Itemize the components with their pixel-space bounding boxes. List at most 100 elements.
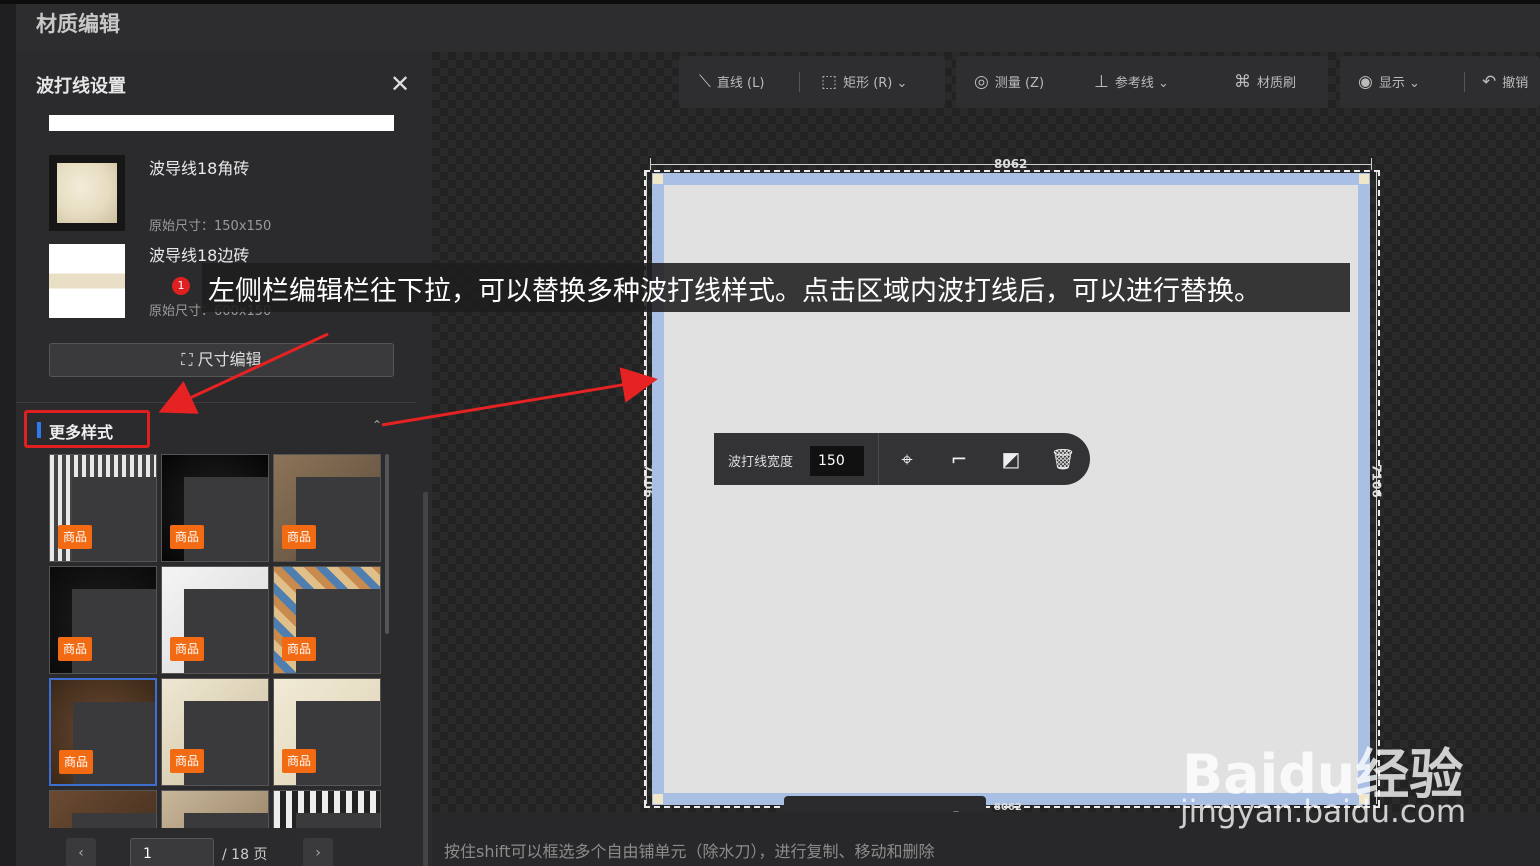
product-badge: 商品 [170,637,204,661]
status-hint: 按住shift可以框选多个自由铺单元（除水刀），进行复制、移动和删除 [444,842,935,861]
measure-icon: ◎ [974,72,989,92]
swap-pattern-icon[interactable]: ◩ [997,445,1025,473]
title-bar: 材质编辑 [0,0,1540,56]
style-tile[interactable]: 商品 [49,678,157,786]
style-tile[interactable]: 商品 [273,566,381,674]
selection-outline [1378,170,1380,806]
tile-name: 波导线18角砖 [149,159,250,178]
style-tile[interactable] [49,790,157,828]
annotation-text: 左侧栏编辑栏往下拉，可以替换多种波打线样式。点击区域内波打线后，可以进行替换。 [208,276,1261,307]
style-tile[interactable]: 商品 [273,678,381,786]
product-badge: 商品 [282,525,316,549]
app-title: 材质编辑 [36,12,120,36]
grid-scrollbar[interactable] [385,454,389,634]
separator [799,72,800,92]
dimension-right: 7106 [1369,464,1384,498]
style-tile-center [184,813,268,828]
tile-item-corner[interactable]: 波导线18角砖 原始尺寸：150x150 [49,155,394,234]
rect-tool[interactable]: ⬚ 矩形 (R) ⌄ [821,56,907,108]
dimension-tick [1371,158,1372,170]
style-tile-center [296,813,380,828]
brush-icon: ⌘ [1234,72,1251,92]
sidebar-panel: 波打线设置 ✕ 波导线18角砖 原始尺寸：150x150 波导线18边砖 原始尺… [16,52,432,866]
prev-page-button[interactable]: ‹ [66,838,96,866]
style-grid: 商品 商品 商品 商品 商品 商品 商品 商品 商品 [49,454,384,828]
selection-outline [644,170,1380,172]
step-number-badge: 1 [172,277,190,295]
style-tile[interactable]: 商品 [161,678,269,786]
collapse-caret-icon[interactable]: ⌃ [372,418,382,432]
style-tile[interactable]: 商品 [161,454,269,562]
guide-tool[interactable]: ⊥ 参考线 ⌄ [1094,56,1169,108]
section-marker [37,422,41,438]
style-tile-center [72,477,156,561]
border-width-label: 波打线宽度 [728,455,794,470]
brush-tool[interactable]: ⌘ 材质刷 [1234,56,1296,108]
guide-line-icon: ⊥ [1094,72,1109,92]
brush-label: 材质刷 [1257,76,1297,91]
chevron-down-icon: ⌄ [896,76,908,91]
style-tile[interactable] [161,790,269,828]
product-badge: 商品 [282,749,316,773]
left-strip [0,4,16,56]
eye-icon: ◉ [1358,72,1373,92]
page-total: / 18 页 [222,847,268,863]
add-corner-icon[interactable]: ⌐ [945,445,973,473]
line-tool[interactable]: ⟍ 直线 (L) [699,56,764,108]
measure-label: 测量 (Z) [994,76,1045,91]
border-width-input[interactable]: 150 [810,446,864,476]
panel-scrollbar[interactable] [423,492,428,866]
baidu-watermark: Baidu经验 jingyan.baidu.com [1180,730,1480,840]
separator [1464,72,1465,92]
display-tool[interactable]: ◉ 显示 ⌄ [1358,56,1420,108]
close-icon[interactable]: ✕ [388,72,412,96]
style-tile-center [184,701,268,785]
style-tile-center [296,589,380,673]
watermark-url: jingyan.baidu.com [1180,794,1467,830]
pagination: ‹ 1 / 18 页 › [62,838,402,866]
size-edit-button[interactable]: ⛶ 尺寸编辑 [49,343,394,377]
toolbar-group-measure: ◎ 测量 (Z) ⊥ 参考线 ⌄ ⌘ 材质刷 [956,56,1328,108]
style-tile[interactable]: 商品 [49,454,157,562]
style-tile[interactable]: 商品 [161,566,269,674]
style-tile[interactable]: 商品 [273,454,381,562]
toolbar-group-draw: ⟍ 直线 (L) ⬚ 矩形 (R) ⌄ [679,56,945,108]
style-tile-center [184,477,268,561]
border-preview-bar [49,115,394,131]
rect-label: 矩形 (R) [843,76,893,91]
style-tile[interactable] [273,790,381,828]
divider [16,402,416,403]
product-badge: 商品 [170,749,204,773]
measure-tool[interactable]: ◎ 测量 (Z) [974,56,1044,108]
resize-icon: ⛶ [181,350,198,369]
locate-icon[interactable]: ⌖ [893,445,921,473]
page-input[interactable]: 1 [130,838,214,866]
product-badge: 商品 [282,637,316,661]
border-width-toolbar: 波打线宽度 150 ⌖ ⌐ ◩ 🗑 [714,433,1090,485]
corner-tile[interactable] [1359,174,1369,184]
style-tile-center [296,477,380,561]
rect-icon: ⬚ [821,72,838,92]
undo-tool[interactable]: ↶ 撤销 [1482,56,1528,108]
sidebar-strip [0,52,16,866]
delete-icon[interactable]: 🗑 [1049,445,1077,473]
guide-label: 参考线 [1114,76,1154,91]
tutorial-annotation: 左侧栏编辑栏往下拉，可以替换多种波打线样式。点击区域内波打线后，可以进行替换。 [202,263,1350,312]
line-label: 直线 (L) [716,76,765,91]
tile-size: 原始尺寸：150x150 [149,219,272,234]
chevron-down-icon: ⌄ [1409,76,1420,91]
panel-title: 波打线设置 [36,76,126,97]
edge-tile-thumbnail [49,242,125,318]
product-badge: 商品 [58,637,92,661]
style-tile-center [184,589,268,673]
corner-tile[interactable] [653,174,663,184]
style-tile-center [296,701,380,785]
corner-tile[interactable] [653,794,663,804]
undo-label: 撤销 [1502,76,1529,91]
style-tile[interactable]: 商品 [49,566,157,674]
product-badge: 商品 [170,525,204,549]
chevron-down-icon: ⌄ [1157,76,1169,91]
next-page-button[interactable]: › [303,838,333,866]
more-styles-header[interactable]: 更多样式 [24,410,150,448]
style-tile-center [72,813,156,828]
